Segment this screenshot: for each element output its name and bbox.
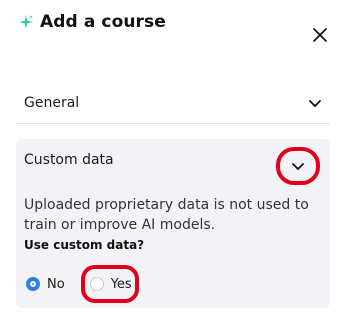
custom-data-description: Uploaded proprietary data is not used to… xyxy=(24,197,309,233)
section-general-label: General xyxy=(24,94,80,111)
dialog-header: Add a course xyxy=(18,12,166,32)
section-general[interactable]: General xyxy=(16,82,330,124)
custom-data-radio-group: No Yes xyxy=(26,265,139,303)
section-custom-data-label: Custom data xyxy=(24,152,114,168)
chevron-down-icon[interactable] xyxy=(308,96,322,110)
radio-no[interactable] xyxy=(26,277,40,291)
radio-option-yes[interactable]: Yes xyxy=(80,265,139,303)
radio-yes[interactable] xyxy=(89,277,104,291)
radio-no-label: No xyxy=(47,276,65,292)
sparkle-icon xyxy=(18,14,34,30)
custom-data-question: Use custom data? xyxy=(24,238,145,252)
close-icon[interactable] xyxy=(312,27,328,43)
radio-option-no[interactable]: No xyxy=(26,277,65,292)
section-custom-data: Custom data Uploaded proprietary data is… xyxy=(16,139,330,308)
chevron-down-icon[interactable] xyxy=(291,159,305,173)
section-custom-data-header[interactable]: Custom data xyxy=(24,147,322,185)
add-course-dialog: Add a course General Custom data Uploade… xyxy=(0,0,346,320)
radio-yes-label: Yes xyxy=(110,276,132,292)
dialog-title: Add a course xyxy=(40,12,166,32)
chevron-highlight[interactable] xyxy=(276,147,320,185)
